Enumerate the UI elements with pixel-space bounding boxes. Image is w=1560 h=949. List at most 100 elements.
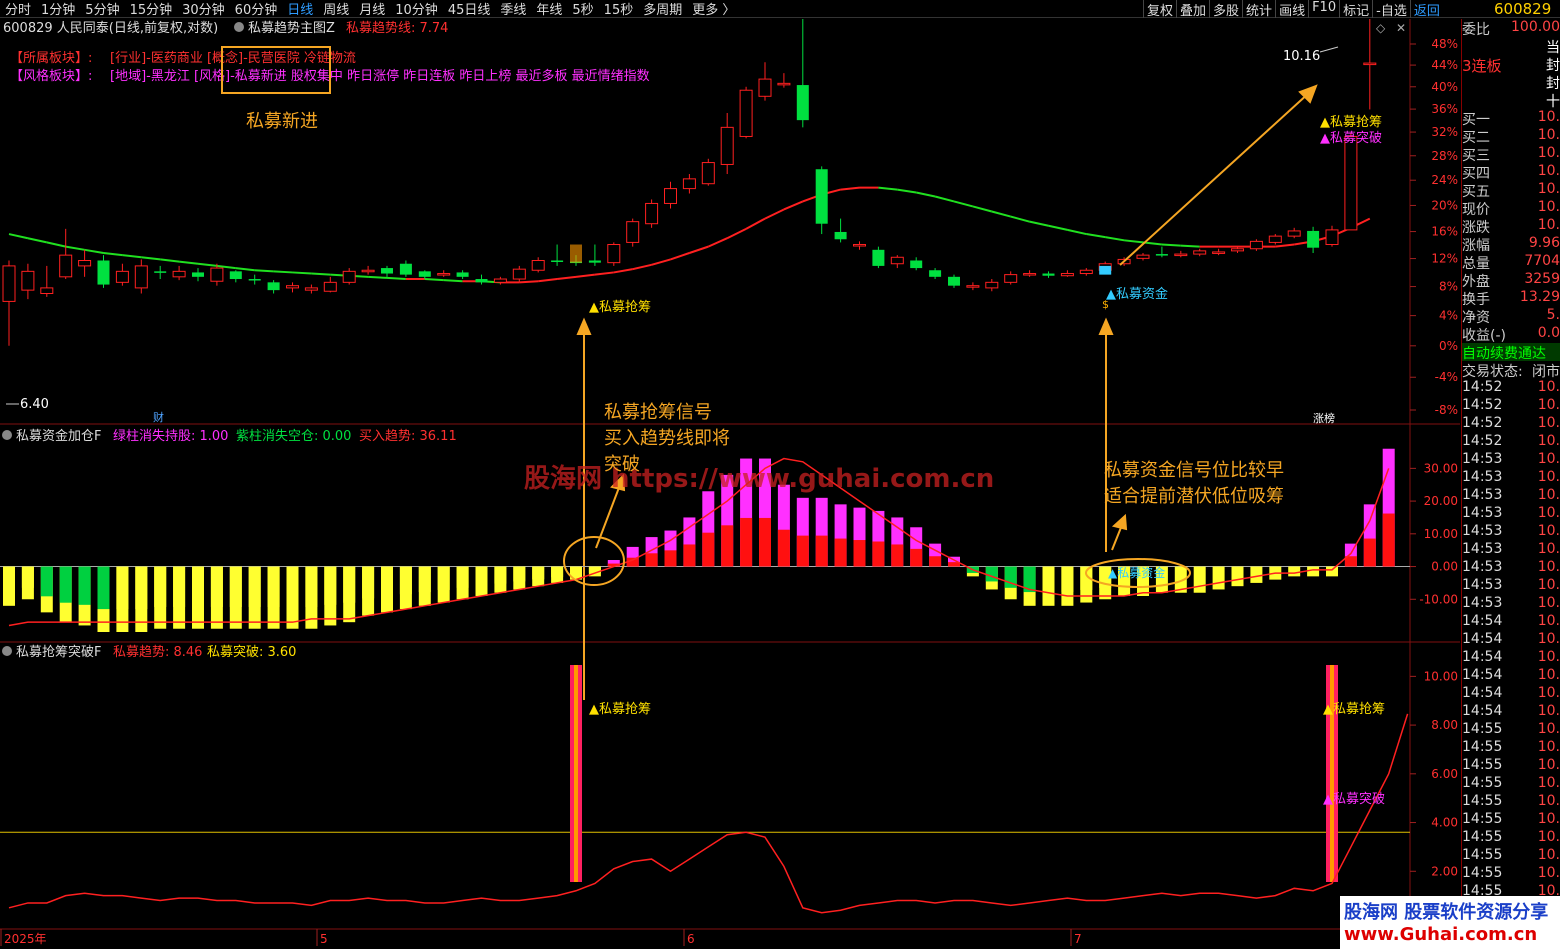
candle-body [286,285,299,289]
ma-segment [311,272,331,276]
main-title: 600829 人民同泰(日线,前复权,对数) [3,20,218,36]
period-tab[interactable]: 季线 [495,0,531,18]
candle-body [2,265,16,302]
candle-body [834,231,847,240]
tick-price: 10. [1537,559,1560,575]
tick-price: 10. [1537,397,1560,413]
period-tab[interactable]: 分时 [0,0,36,18]
quote-row: 买三 10. [1462,145,1560,163]
candle-body [1307,230,1320,248]
ma-segment [424,278,444,282]
period-tab[interactable]: 年线 [531,0,567,18]
tick-row: 14:54 10. [1462,649,1560,667]
period-tab[interactable]: 5秒 [567,0,598,18]
finance-badge[interactable]: 财 [153,410,164,424]
logo-line1: 股海网 股票软件资源分享 [1344,902,1549,923]
candle-body [626,221,640,243]
tool-button[interactable]: F10 [1308,0,1339,18]
period-tab[interactable]: 30分钟 [177,0,230,18]
annot2-line1: 私募资金信号位比较早 [1104,460,1284,481]
signal-zijin-main: ▲私募资金 [1106,286,1168,302]
candle-body [815,169,828,224]
mid-bar [1212,566,1225,590]
mid-bar-inner [154,566,167,607]
tool-button[interactable]: 叠加 [1176,0,1209,19]
tool-button[interactable]: 画线 [1275,0,1308,19]
quote-label: 买五 [1462,184,1490,199]
tick-time: 14:54 [1462,667,1503,683]
tick-price: 10. [1537,631,1560,647]
period-tab[interactable]: 10分钟 [390,0,443,18]
low-price-label: 6.40 [20,397,49,412]
signal-qiangchou-bottom: ▲私募抢筹 [589,701,651,717]
tool-button[interactable]: 复权 [1143,0,1176,19]
period-tab[interactable]: 45日线 [443,0,496,18]
tick-time: 14:54 [1462,649,1503,665]
mid-bar-inner [116,566,129,610]
quote-row: 买二 10. [1462,127,1560,145]
quote-sidebar: 委比 100.00 当 3连板封封十买一 10. 买二 10. 买三 10. 买四 10. 买五 10.… [1461,19,1560,949]
signal-bar-inner [1330,665,1334,882]
quote-row: 交易状态: 闭市 [1462,361,1560,379]
panel-close-icon[interactable]: ✕ [1396,21,1406,35]
mid-bar-inner [702,532,715,567]
period-tab[interactable]: 月线 [354,0,390,18]
mid-toggle-icon[interactable] [2,430,12,440]
period-tab[interactable]: 多周期 [638,0,687,18]
chart-area[interactable]: 600829 人民同泰(日线,前复权,对数) 私募趋势主图Z 私募趋势线: 7.… [0,19,1460,949]
period-tab[interactable]: 周线 [318,0,354,18]
quote-value: 3259 [1524,271,1560,287]
mid-bar-inner [740,517,753,567]
quote-label: 自动续费通达 [1462,346,1546,361]
mid-bar-inner [456,566,469,588]
axis-label: 24% [1431,173,1458,187]
period-tab[interactable]: 15秒 [599,0,639,18]
candle-body [1136,254,1150,259]
tool-button[interactable]: 返回 [1409,0,1443,19]
candle-body [512,268,526,280]
tick-time: 14:53 [1462,505,1503,521]
axis-label: 8% [1439,280,1458,294]
panel-settings-icon[interactable]: ◇ [1376,21,1386,35]
tick-time: 14:54 [1462,685,1503,701]
main-indicator-name: 私募趋势主图Z [248,20,335,36]
sector-label: 【所属板块】: [10,51,92,66]
limit-list-badge[interactable]: 涨榜 [1313,411,1335,425]
quote-label: 现价 [1462,202,1490,217]
quote-label: 3连板 [1462,57,1502,73]
tick-price: 10. [1537,811,1560,827]
candle-body [796,85,809,121]
tick-row: 14:53 10. [1462,469,1560,487]
period-tab[interactable]: 60分钟 [230,0,283,18]
mid-bar-inner [437,566,450,590]
period-tab[interactable]: 日线 [282,0,318,18]
tool-button[interactable]: 标记 [1339,0,1372,19]
tick-price: 10. [1537,847,1560,863]
tick-time: 14:55 [1462,793,1503,809]
tick-row: 14:52 10. [1462,433,1560,451]
tick-price: 10. [1537,721,1560,737]
candle-body [418,271,431,277]
candle-body [40,287,54,294]
bottom-toggle-icon[interactable] [2,646,12,656]
indicator-toggle-icon[interactable] [234,22,244,32]
quote-value: 封 [1546,58,1560,73]
period-tab[interactable]: 1分钟 [36,0,80,18]
mid-bar-inner [513,566,526,582]
tick-price: 10. [1537,667,1560,683]
mid-bar-inner [192,566,204,607]
tick-row: 14:55 10. [1462,865,1560,883]
tick-row: 14:55 10. [1462,739,1560,757]
quote-label: 买三 [1462,148,1490,163]
tool-button[interactable]: 多股 [1209,0,1242,19]
tool-button[interactable]: -自选 [1372,0,1410,19]
period-tab[interactable]: 5分钟 [80,0,124,18]
tick-time: 14:52 [1462,415,1503,431]
mid-bar-inner [40,566,53,597]
period-tab[interactable]: 15分钟 [125,0,178,18]
period-tab[interactable]: 更多 〉 [687,0,740,18]
quote-row: 涨幅 9.96 [1462,235,1560,253]
tick-time: 14:55 [1462,829,1503,845]
annot2-line2: 适合提前潜伏低位吸筹 [1104,486,1284,507]
tool-button[interactable]: 统计 [1242,0,1275,19]
